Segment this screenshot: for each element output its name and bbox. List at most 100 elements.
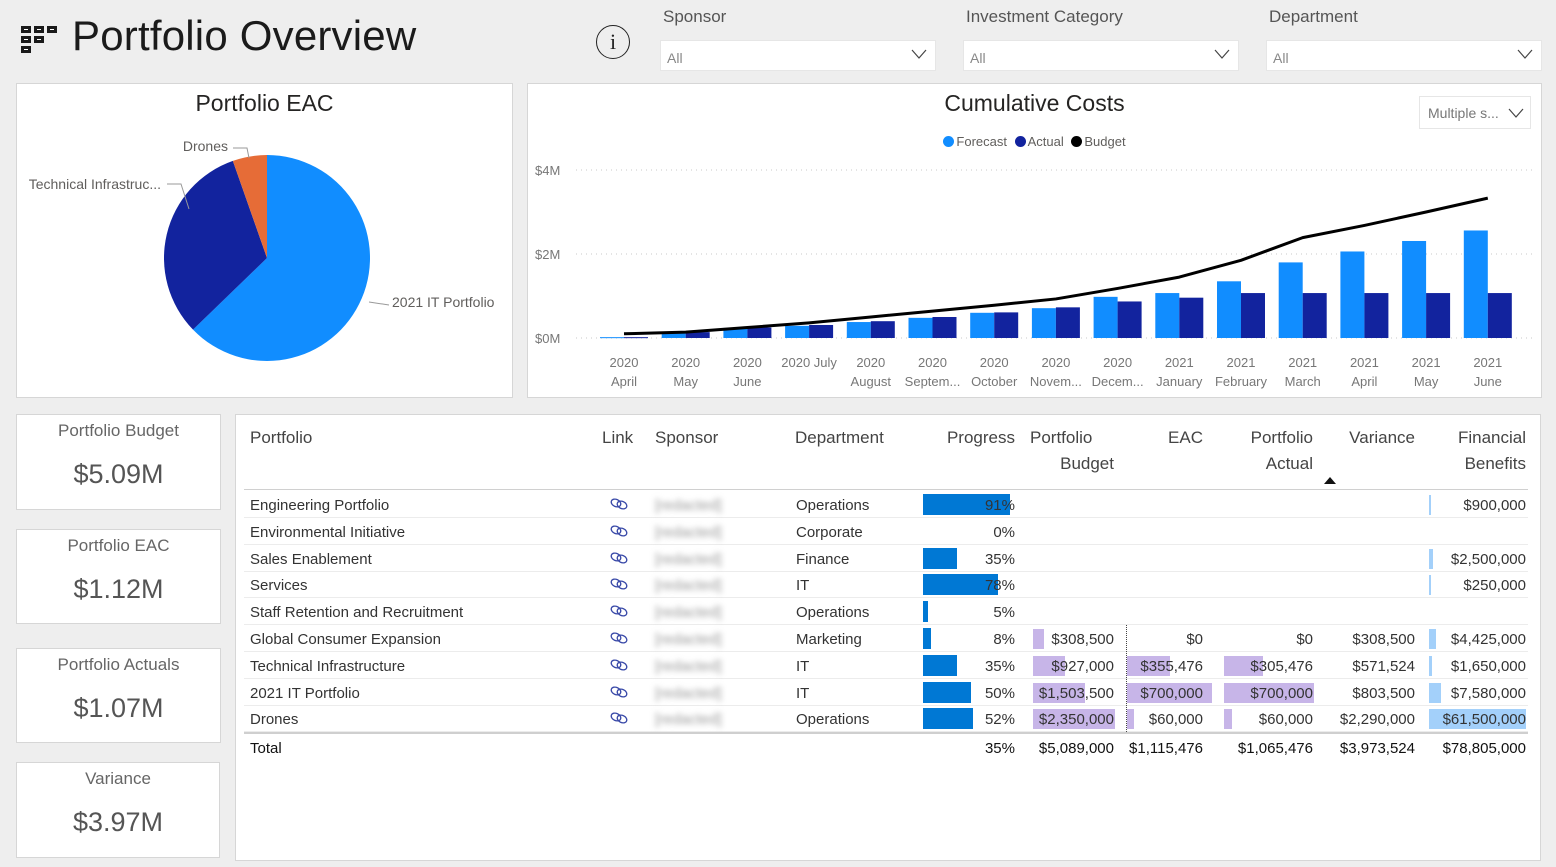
link-icon[interactable] xyxy=(610,659,628,671)
forecast-bar[interactable] xyxy=(1463,230,1488,338)
actual-bar[interactable] xyxy=(932,317,957,338)
cell-department: IT xyxy=(796,657,810,675)
col-header-variance[interactable]: Variance xyxy=(1349,425,1415,451)
forecast-bar[interactable] xyxy=(1031,308,1056,338)
cell-portfolio[interactable]: Services xyxy=(250,571,308,598)
cell-portfolio[interactable]: Technical Infrastructure xyxy=(250,652,405,679)
benefits-data-bar xyxy=(1429,629,1436,649)
cell-portfolio[interactable]: Sales Enablement xyxy=(250,545,372,572)
forecast-bar[interactable] xyxy=(1217,281,1241,338)
x-tick-label: June xyxy=(733,374,761,389)
x-tick-label: 2020 xyxy=(1041,355,1070,370)
actual-bar[interactable] xyxy=(624,337,648,339)
actual-bar[interactable] xyxy=(1179,297,1204,338)
link-icon[interactable] xyxy=(610,578,628,590)
page-title: Portfolio Overview xyxy=(72,12,417,59)
actual-bar[interactable] xyxy=(1117,301,1142,338)
actual-bar[interactable] xyxy=(1487,293,1512,338)
table-row[interactable]: Global Consumer Expansion [redacted] Marke… xyxy=(244,625,1528,652)
link-icon[interactable] xyxy=(610,552,628,564)
table-row[interactable]: Sales Enablement [redacted] Finance 35% $2,5… xyxy=(244,545,1528,572)
budget-data-bar xyxy=(1033,629,1044,649)
actual-bar[interactable] xyxy=(1302,293,1327,338)
actual-bar[interactable] xyxy=(809,324,834,338)
actual-bar[interactable] xyxy=(1364,293,1389,338)
link-icon[interactable] xyxy=(610,498,628,510)
x-tick-label: Decem... xyxy=(1092,374,1144,389)
cell-portfolio[interactable]: Environmental Initiative xyxy=(250,518,405,545)
cell-portfolio[interactable]: Drones xyxy=(250,705,298,732)
col-header-portfolio-budget[interactable]: Portfolio Budget xyxy=(1014,425,1114,477)
y-tick-label: $0M xyxy=(535,331,560,346)
table-row[interactable]: Engineering Portfolio [redacted] Operation… xyxy=(244,491,1528,518)
link-icon[interactable] xyxy=(610,632,628,644)
cell-portfolio[interactable]: 2021 IT Portfolio xyxy=(250,679,360,706)
chevron-down-icon xyxy=(1214,49,1230,59)
col-header-progress[interactable]: Progress xyxy=(947,425,1015,451)
cell-progress: 50% xyxy=(984,684,1015,702)
forecast-bar[interactable] xyxy=(1278,262,1303,338)
cell-eac: $0 xyxy=(1186,631,1203,648)
info-icon[interactable]: i xyxy=(596,25,630,59)
link-icon[interactable] xyxy=(610,525,628,537)
col-header-portfolio-actual[interactable]: Portfolio Actual xyxy=(1213,425,1313,477)
link-icon[interactable] xyxy=(610,712,628,724)
col-header-line: Portfolio xyxy=(1030,428,1093,447)
forecast-bar[interactable] xyxy=(970,312,995,338)
kpi-label: Portfolio Actuals xyxy=(57,655,180,674)
actual-bar[interactable] xyxy=(1426,293,1451,338)
x-tick-label: Septem... xyxy=(905,374,961,389)
forecast-bar[interactable] xyxy=(908,317,933,338)
cell-portfolio[interactable]: Global Consumer Expansion xyxy=(250,625,441,652)
forecast-bar[interactable] xyxy=(1155,293,1180,338)
cell-portfolio-actual: $60,000 xyxy=(1258,711,1313,729)
table-row[interactable]: Services [redacted] IT 78% $250,000 xyxy=(244,571,1528,599)
forecast-bar[interactable] xyxy=(846,322,871,338)
cell-department: Corporate xyxy=(796,523,863,541)
link-icon[interactable] xyxy=(610,605,628,617)
chevron-down-icon xyxy=(911,49,927,59)
cell-financial-benefits: $250,000 xyxy=(1463,577,1526,595)
kpi-value: $1.07M xyxy=(73,693,164,723)
investment-category-dropdown[interactable]: All xyxy=(963,40,1239,71)
table-row[interactable]: Drones [redacted] Operations 52% $2,350,000 $… xyxy=(244,705,1528,733)
actual-bar[interactable] xyxy=(1055,307,1080,338)
x-tick-label: 2020 xyxy=(918,355,947,370)
cell-sponsor: [redacted] xyxy=(655,604,722,622)
forecast-bar[interactable] xyxy=(1402,240,1427,338)
kpi-label: Variance xyxy=(85,769,151,788)
col-header-portfolio[interactable]: Portfolio xyxy=(250,425,312,451)
cell-portfolio[interactable]: Engineering Portfolio xyxy=(250,491,389,518)
sort-ascending-icon[interactable] xyxy=(1324,477,1336,484)
col-header-sponsor[interactable]: Sponsor xyxy=(655,425,718,451)
pie-leader-line xyxy=(233,147,250,159)
cell-sponsor: [redacted] xyxy=(655,657,722,675)
cell-financial-benefits: $2,500,000 xyxy=(1450,550,1526,568)
actual-bar[interactable] xyxy=(747,327,772,339)
col-header-department[interactable]: Department xyxy=(795,425,884,451)
actual-bar[interactable] xyxy=(994,312,1019,338)
cell-sponsor: [redacted] xyxy=(655,684,722,702)
department-dropdown[interactable]: All xyxy=(1266,40,1542,71)
table-row[interactable]: 2021 IT Portfolio [redacted] IT 50% $1,503,5… xyxy=(244,679,1528,706)
table-row[interactable]: Technical Infrastructure [redacted] IT 35% $… xyxy=(244,652,1528,679)
sponsor-dropdown[interactable]: All xyxy=(660,40,936,71)
cell-variance: $803,500 xyxy=(1352,684,1415,702)
table-row[interactable]: Environmental Initiative [redacted] Corpor… xyxy=(244,518,1528,545)
col-header-financial-benefits[interactable]: Financial Benefits xyxy=(1426,425,1526,477)
forecast-bar[interactable] xyxy=(600,337,624,339)
forecast-bar[interactable] xyxy=(785,325,810,338)
cell-financial-benefits: $900,000 xyxy=(1463,497,1526,514)
forecast-bar[interactable] xyxy=(1340,251,1365,338)
actual-bar[interactable] xyxy=(870,321,895,338)
col-header-line: Budget xyxy=(1060,454,1114,473)
cell-portfolio[interactable]: Staff Retention and Recruitment xyxy=(250,598,463,625)
col-header-eac[interactable]: EAC xyxy=(1168,425,1203,451)
forecast-bar[interactable] xyxy=(1093,296,1118,338)
table-row[interactable]: Staff Retention and Recruitment [redacted… xyxy=(244,598,1528,626)
total-financial-benefits: $78,805,000 xyxy=(1442,740,1526,758)
cell-financial-benefits: $7,580,000 xyxy=(1450,684,1526,702)
col-header-link[interactable]: Link xyxy=(602,425,633,451)
link-icon[interactable] xyxy=(610,686,628,698)
actual-bar[interactable] xyxy=(1241,293,1265,338)
